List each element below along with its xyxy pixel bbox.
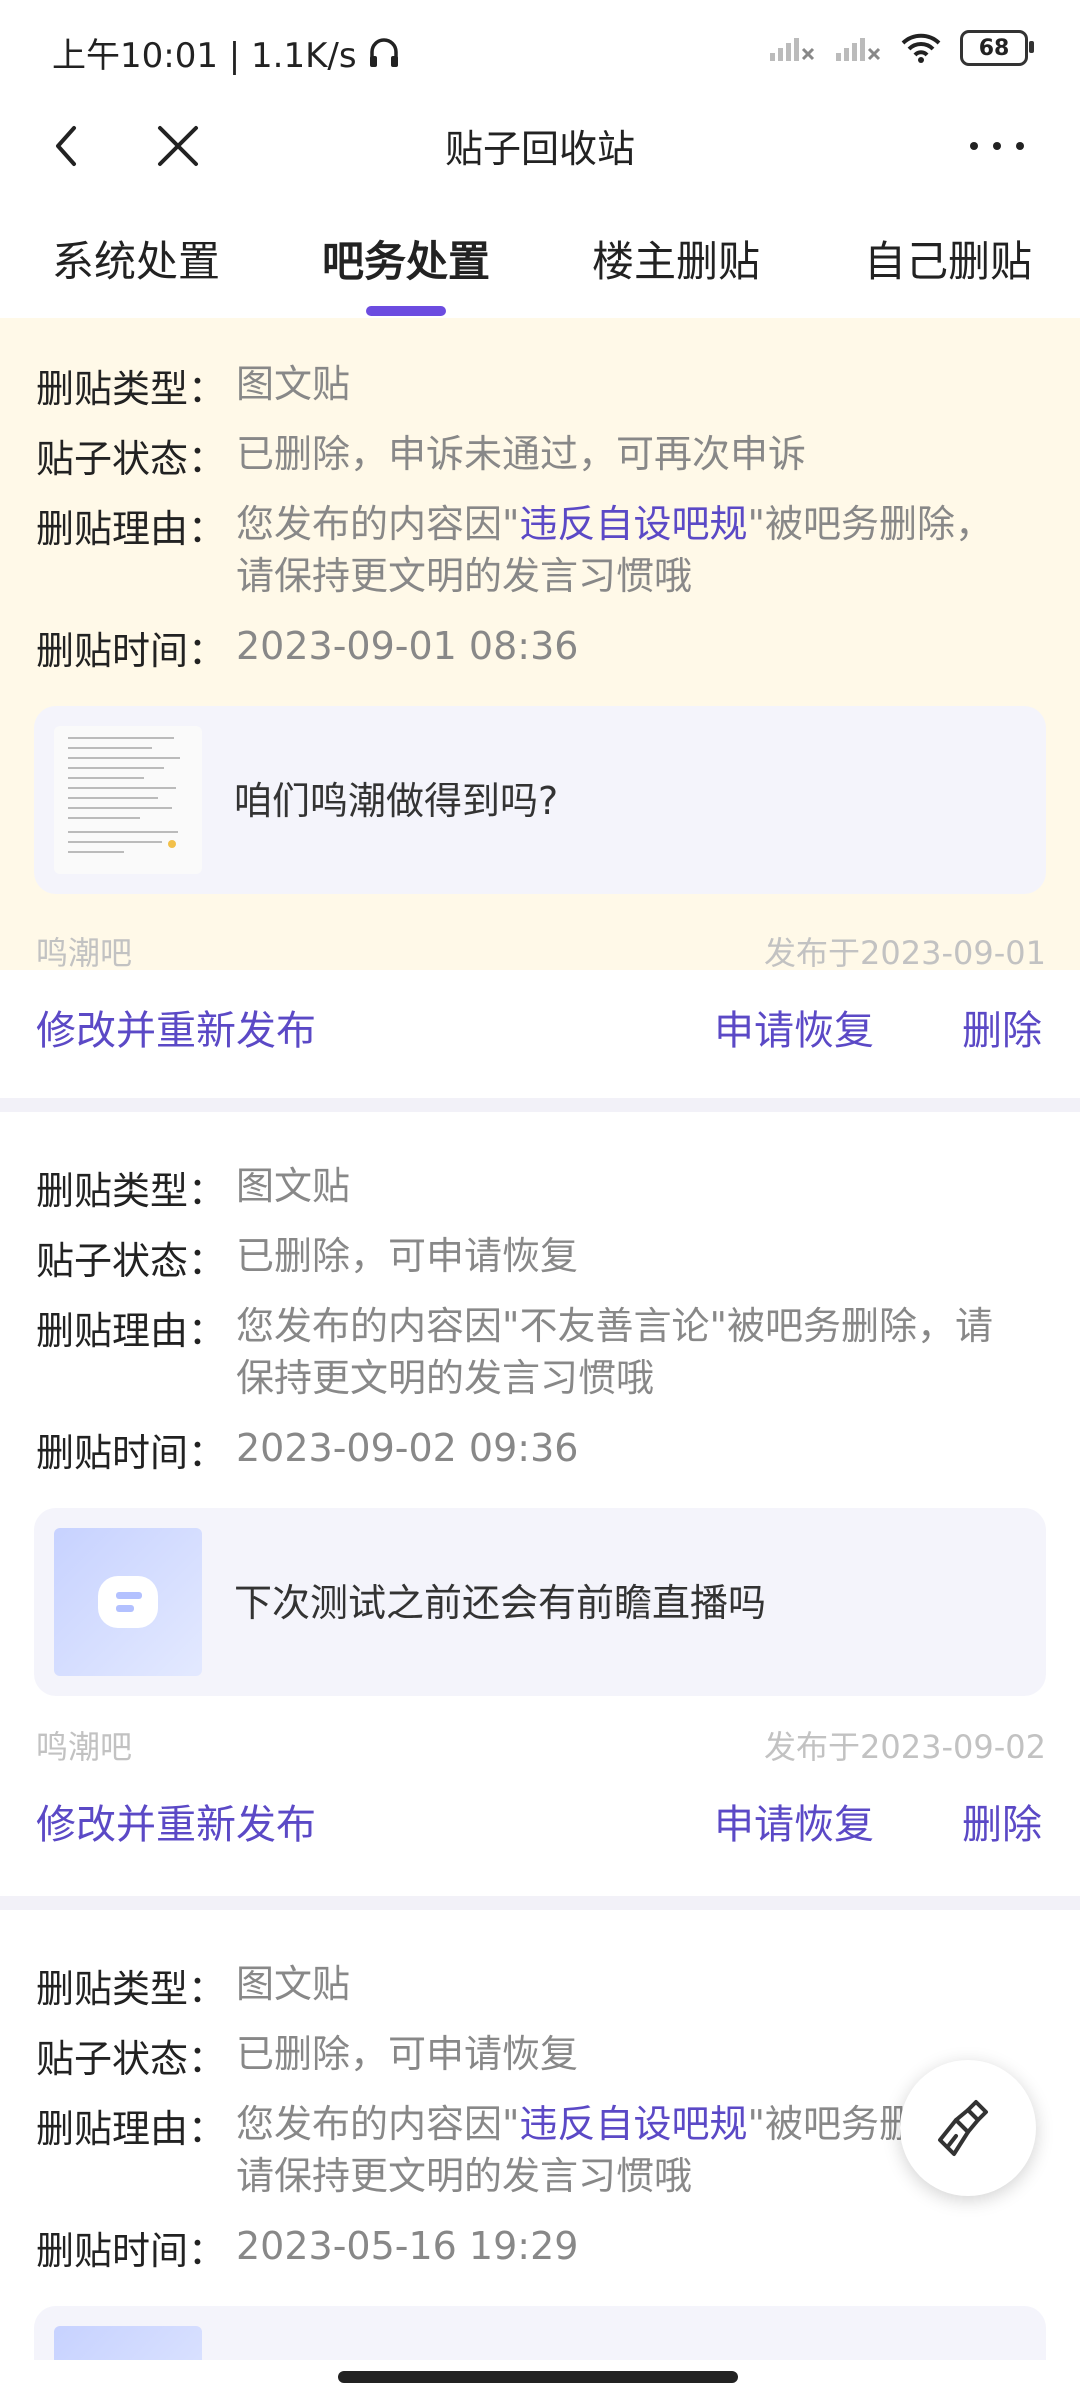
reason-prefix: 您发布的内容因" xyxy=(236,502,520,546)
label-reason: 删贴理由： xyxy=(36,2107,227,2151)
status-time-speed: 上午10:01 | 1.1K/s xyxy=(52,36,357,76)
card-actions: 修改并重新发布 申请恢复 删除 xyxy=(0,1764,1080,1874)
delete-button[interactable]: 删除 xyxy=(962,1792,1042,1850)
value-status: 已删除，可申请恢复 xyxy=(236,1234,579,1278)
post-preview[interactable]: 下次测试之前还会有前瞻直播吗 xyxy=(34,1508,1046,1696)
card-body: 删贴类型： 图文贴 贴子状态： 已删除，申诉未通过，可再次申诉 删贴理由： 您发… xyxy=(0,318,1080,972)
value-reason: 您发布的内容因"违反自设吧规"被吧务删除， 请保持更文明的发言习惯哦 xyxy=(236,498,1056,602)
rule-link[interactable]: 违反自设吧规 xyxy=(519,2102,747,2146)
post-title: 咱们鸣潮做得到吗? xyxy=(234,779,559,823)
battery-level: 68 xyxy=(978,35,1010,61)
status-bar: 上午10:01 | 1.1K/s 68 xyxy=(0,0,1080,100)
headphones-icon xyxy=(369,37,398,67)
value-type: 图文贴 xyxy=(236,1962,351,2006)
title-bar: 贴子回收站 xyxy=(0,100,1080,200)
rule-link[interactable]: 违反自设吧规 xyxy=(519,502,747,546)
request-restore-button[interactable]: 申请恢复 xyxy=(714,1792,874,1850)
publish-date: 发布于2023-09-02 xyxy=(764,1728,1046,1766)
chat-bubble-icon xyxy=(98,1576,158,1628)
row-status: 贴子状态： 已删除，申诉未通过，可再次申诉 xyxy=(36,428,1056,483)
signal-off-icon xyxy=(770,38,815,61)
post-title: 下次测试之前还会有前瞻直播吗 xyxy=(234,1581,767,1625)
clear-broom-button[interactable] xyxy=(900,2060,1036,2196)
label-status: 贴子状态： xyxy=(36,2037,227,2081)
card-divider xyxy=(0,1896,1080,1910)
reason-line2: 请保持更文明的发言习惯哦 xyxy=(236,554,693,598)
edit-repost-button[interactable]: 修改并重新发布 xyxy=(36,998,316,1056)
value-reason: 您发布的内容因"不友善言论"被吧务删除，请 保持更文明的发言习惯哦 xyxy=(236,1300,1056,1404)
value-time: 2023-09-02 09:36 xyxy=(236,1426,579,1470)
reason-prefix: 您发布的内容因" xyxy=(236,2102,520,2146)
value-time: 2023-09-01 08:36 xyxy=(236,624,579,668)
post-preview[interactable] xyxy=(34,2306,1046,2360)
publish-date: 发布于2023-09-01 xyxy=(764,934,1046,972)
home-indicator xyxy=(338,2371,738,2383)
status-left: 上午10:01 | 1.1K/s xyxy=(52,28,401,77)
row-time: 删贴时间： 2023-09-02 09:36 xyxy=(36,1422,1056,1477)
label-type: 删贴类型： xyxy=(36,1169,227,1213)
label-reason: 删贴理由： xyxy=(36,507,227,551)
tab-bar: 系统处置 吧务处置 楼主删贴 自己删贴 xyxy=(0,210,1080,320)
label-time: 删贴时间： xyxy=(36,1431,227,1475)
row-reason: 删贴理由： 您发布的内容因"不友善言论"被吧务删除，请 保持更文明的发言习惯哦 xyxy=(36,1300,1056,1404)
page-title: 贴子回收站 xyxy=(444,127,635,171)
row-type: 删贴类型： 图文贴 xyxy=(36,1958,1056,2013)
delete-button[interactable]: 删除 xyxy=(962,998,1042,1056)
edit-repost-button[interactable]: 修改并重新发布 xyxy=(36,1792,316,1850)
tab-self[interactable]: 自己删贴 xyxy=(864,228,1032,289)
status-right: 68 xyxy=(768,30,1034,66)
deleted-post-card: 删贴类型： 图文贴 贴子状态： 已删除，可申请恢复 删贴理由： 您发布的内容因"… xyxy=(0,1112,1080,1848)
tab-indicator xyxy=(366,306,446,316)
label-reason: 删贴理由： xyxy=(36,1309,227,1353)
request-restore-button[interactable]: 申请恢复 xyxy=(714,998,874,1056)
signal-off-icon-2 xyxy=(836,38,881,61)
reason-suffix: "被吧务删除， xyxy=(747,502,993,546)
row-type: 删贴类型： 图文贴 xyxy=(36,358,1056,413)
value-status: 已删除，申诉未通过，可再次申诉 xyxy=(236,432,807,476)
reason-line1: 您发布的内容因"不友善言论"被吧务删除，请 xyxy=(236,1304,993,1348)
post-thumbnail xyxy=(54,726,202,874)
reason-line2: 保持更文明的发言习惯哦 xyxy=(236,1356,655,1400)
tab-thread-owner[interactable]: 楼主删贴 xyxy=(592,228,760,289)
value-type: 图文贴 xyxy=(236,1164,351,1208)
label-time: 删贴时间： xyxy=(36,2229,227,2273)
deleted-post-card: 删贴类型： 图文贴 贴子状态： 已删除，申诉未通过，可再次申诉 删贴理由： 您发… xyxy=(0,318,1080,1054)
row-status: 贴子状态： 已删除，可申请恢复 xyxy=(36,1230,1056,1285)
value-time: 2023-05-16 19:29 xyxy=(236,2224,579,2268)
more-options-icon[interactable] xyxy=(962,116,1032,176)
battery-icon: 68 xyxy=(960,30,1034,66)
label-status: 贴子状态： xyxy=(36,437,227,481)
value-type: 图文贴 xyxy=(236,362,351,406)
tab-system[interactable]: 系统处置 xyxy=(52,228,220,289)
bar-name[interactable]: 鸣潮吧 xyxy=(36,928,132,974)
label-type: 删贴类型： xyxy=(36,1967,227,2011)
document-thumbnail-icon xyxy=(68,737,180,853)
broom-icon xyxy=(938,2100,988,2156)
reason-suffix: "被吧务删 xyxy=(747,2102,917,2146)
wifi-icon xyxy=(901,33,941,63)
row-type: 删贴类型： 图文贴 xyxy=(36,1160,1056,1215)
row-time: 删贴时间： 2023-05-16 19:29 xyxy=(36,2220,1056,2275)
row-reason: 删贴理由： 您发布的内容因"违反自设吧规"被吧务删除， 请保持更文明的发言习惯哦 xyxy=(36,498,1056,602)
bar-name[interactable]: 鸣潮吧 xyxy=(36,1722,132,1768)
label-status: 贴子状态： xyxy=(36,1239,227,1283)
card-divider xyxy=(0,1098,1080,1112)
label-type: 删贴类型： xyxy=(36,367,227,411)
reason-line2: 请保持更文明的发言习惯哦 xyxy=(236,2154,693,2198)
tab-admin[interactable]: 吧务处置 xyxy=(322,228,490,289)
post-thumbnail xyxy=(54,1528,202,1676)
card-body: 删贴类型： 图文贴 贴子状态： 已删除，可申请恢复 删贴理由： 您发布的内容因"… xyxy=(0,1112,1080,1776)
row-status: 贴子状态： 已删除，可申请恢复 xyxy=(36,2028,1056,2083)
post-thumbnail xyxy=(54,2326,202,2360)
card-actions: 修改并重新发布 申请恢复 删除 xyxy=(0,970,1080,1080)
row-time: 删贴时间： 2023-09-01 08:36 xyxy=(36,620,1056,675)
post-preview[interactable]: 咱们鸣潮做得到吗? xyxy=(34,706,1046,894)
label-time: 删贴时间： xyxy=(36,629,227,673)
